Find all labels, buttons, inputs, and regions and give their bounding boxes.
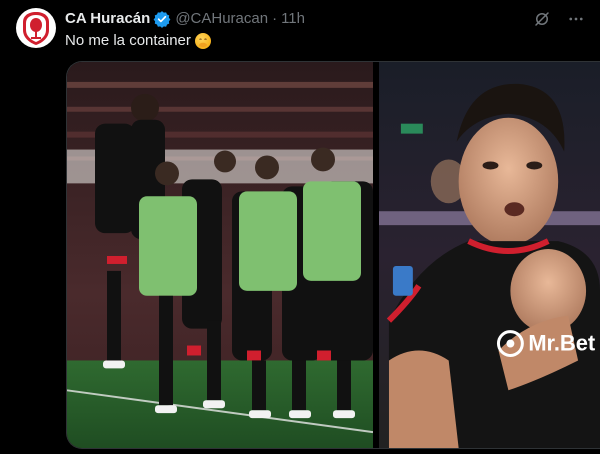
- tweet-header: CA Huracán @CAHuracan · 11h: [65, 9, 586, 29]
- tweet[interactable]: CA Huracán @CAHuracan · 11h No me la con…: [0, 0, 600, 454]
- sponsor-text: Mr.Bet: [528, 331, 596, 356]
- tweet-text-content: No me la container: [65, 32, 191, 49]
- more-options-icon[interactable]: [566, 9, 586, 29]
- player-closeup-image: Mr.Bet: [379, 62, 600, 448]
- photo-team-celebration[interactable]: [67, 62, 373, 448]
- tweet-text: No me la container: [65, 31, 211, 51]
- grok-icon[interactable]: [532, 9, 552, 29]
- timestamp[interactable]: 11h: [281, 9, 305, 29]
- team-celebration-image: [67, 62, 373, 448]
- media-grid: Mr.Bet: [66, 61, 600, 449]
- verified-badge-icon: [153, 10, 171, 28]
- face-with-hand-over-mouth-icon: [194, 33, 211, 49]
- handle[interactable]: @CAHuracan: [175, 9, 268, 29]
- club-crest-icon: [23, 12, 49, 45]
- photo-player-closeup[interactable]: Mr.Bet: [379, 62, 600, 448]
- avatar[interactable]: [16, 8, 56, 48]
- separator-dot: ·: [272, 10, 278, 27]
- display-name[interactable]: CA Huracán: [65, 9, 150, 29]
